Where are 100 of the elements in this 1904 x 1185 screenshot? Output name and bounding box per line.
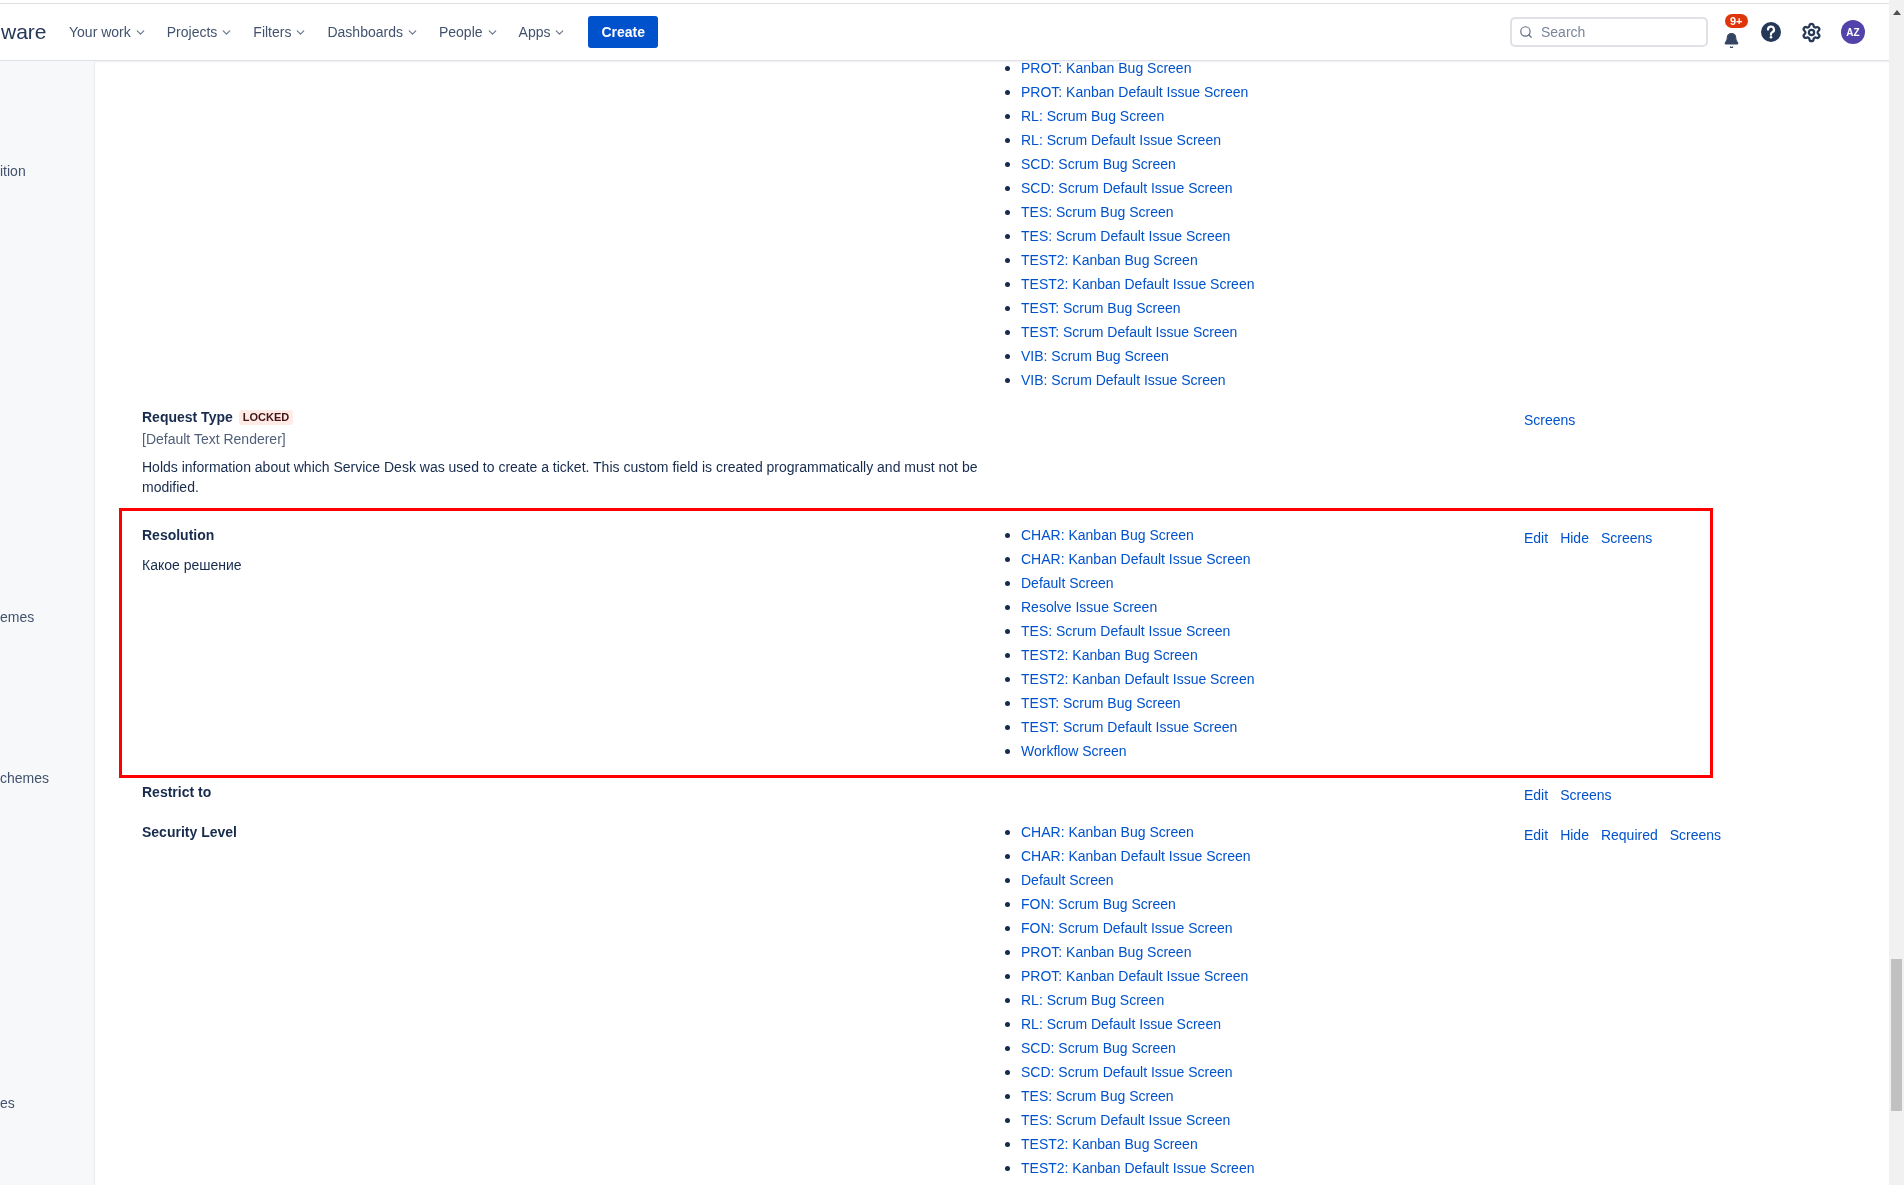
locked-badge: LOCKED [238,409,294,425]
bullet-icon [1005,700,1010,706]
screen-link[interactable]: TEST2: Kanban Bug Screen [1021,1132,1198,1156]
screen-link[interactable]: FON: Scrum Default Issue Screen [1021,916,1233,940]
screen-link[interactable]: PROT: Kanban Default Issue Screen [1021,80,1249,104]
screen-link[interactable]: TES: Scrum Default Issue Screen [1021,1108,1231,1132]
action-link[interactable]: Screens [1600,526,1653,550]
bullet-icon [1005,329,1010,335]
screen-link[interactable]: CHAR: Kanban Default Issue Screen [1021,844,1251,868]
bullet-icon [1005,1117,1010,1123]
sidebar-item[interactable]: chemes [0,768,50,788]
action-link[interactable]: Screens [1524,408,1576,432]
screen-link[interactable]: SCD: Scrum Default Issue Screen [1021,176,1233,200]
field-description: Holds information about which Service Desk was used to create a ticket. This custom field is created programmatically and must not be modified. [142,458,979,497]
bullet-icon [1005,1021,1010,1027]
screen-link[interactable]: TES: Scrum Bug Screen [1021,1084,1174,1108]
action-link[interactable]: Hide [1560,526,1589,550]
bullet-icon [1005,973,1010,979]
action-link[interactable]: Edit [1524,783,1549,807]
screen-link[interactable]: Default Screen [1021,868,1114,892]
bullet-icon [1005,949,1010,955]
bullet-icon [1005,65,1010,71]
screen-link[interactable]: TEST: Scrum Bug Screen [1021,296,1181,320]
search-input[interactable]: Search [1541,21,1691,43]
logo-text[interactable]: ware [0,18,48,46]
screen-link[interactable]: Default Screen [1021,571,1114,595]
bullet-icon [1005,305,1010,311]
screen-link[interactable]: CHAR: Kanban Bug Screen [1021,820,1194,844]
action-link[interactable]: Screens [1560,783,1612,807]
action-link[interactable]: Edit [1524,823,1549,847]
action-link[interactable]: Screens [1669,823,1722,847]
bullet-icon [1005,137,1010,143]
screen-link[interactable]: TEST2: Kanban Default Issue Screen [1021,667,1255,691]
bullet-icon [1005,853,1010,859]
screen-link[interactable]: CHAR: Kanban Bug Screen [1021,523,1194,547]
bullet-icon [1005,1141,1010,1147]
create-button[interactable]: Create [588,16,659,48]
bell-icon[interactable] [1723,32,1740,49]
screen-link[interactable]: VIB: Scrum Default Issue Screen [1021,368,1226,392]
sidebar-item[interactable]: ition [0,161,26,181]
screen-link[interactable]: TEST2: Kanban Bug Screen [1021,248,1198,272]
bullet-icon [1005,377,1010,383]
screen-link[interactable]: SCD: Scrum Bug Screen [1021,1036,1176,1060]
search-field[interactable]: Search [1510,17,1708,47]
screen-link[interactable]: RL: Scrum Bug Screen [1021,104,1165,128]
screen-link[interactable]: TES: Scrum Default Issue Screen [1021,619,1231,643]
screen-link[interactable]: TEST2: Kanban Bug Screen [1021,643,1198,667]
screen-link[interactable]: FON: Scrum Bug Screen [1021,892,1176,916]
user-avatar[interactable]: AZ [1841,20,1865,44]
renderer-label: [Default Text Renderer] [142,430,286,449]
sidebar-item[interactable]: emes [0,607,35,627]
nav-dropdown-button[interactable]: Dashboards [317,16,429,48]
settings-icon[interactable] [1801,21,1822,43]
bullet-icon [1005,233,1010,239]
screen-link[interactable]: SCD: Scrum Default Issue Screen [1021,1060,1233,1084]
screen-link[interactable]: PROT: Kanban Default Issue Screen [1021,964,1249,988]
screen-link[interactable]: TES: Scrum Bug Screen [1021,200,1174,224]
bullet-icon [1005,185,1010,191]
screen-link[interactable]: TEST: Scrum Bug Screen [1021,691,1181,715]
bullet-icon [1005,628,1010,634]
bullet-icon [1005,901,1010,907]
screen-link[interactable]: VIB: Scrum Bug Screen [1021,344,1169,368]
bullet-icon [1005,1165,1010,1171]
field-name: Restrict to [142,782,212,802]
bullet-icon [1005,209,1010,215]
nav-dropdown-button[interactable]: People [428,16,509,48]
screen-link[interactable]: RL: Scrum Default Issue Screen [1021,128,1221,152]
bullet-icon [1005,925,1010,931]
screen-link[interactable]: Workflow Screen [1021,739,1127,763]
screen-link[interactable]: Resolve Issue Screen [1021,595,1158,619]
screen-link[interactable]: PROT: Kanban Bug Screen [1021,940,1192,964]
bullet-icon [1005,532,1010,538]
screen-link[interactable]: TES: Scrum Default Issue Screen [1021,224,1231,248]
nav-dropdown-button[interactable]: Apps [508,16,577,48]
notification-badge: 9+ [1725,14,1748,28]
action-link[interactable]: Required [1600,823,1658,847]
screen-link[interactable]: TEST2: Kanban Default Issue Screen [1021,272,1255,296]
scrollbar[interactable] [1889,0,1904,1185]
nav-dropdown-button[interactable]: Your work [59,16,157,48]
scroll-up-arrow-icon[interactable] [1892,10,1901,15]
bullet-icon [1005,556,1010,562]
screen-link[interactable]: PROT: Kanban Bug Screen [1021,61,1192,80]
screen-link[interactable]: TEST2: Kanban Default Issue Screen [1021,1156,1255,1180]
screen-link[interactable]: SCD: Scrum Bug Screen [1021,152,1176,176]
action-link[interactable]: Edit [1524,526,1549,550]
screen-link[interactable]: TEST: Scrum Default Issue Screen [1021,715,1238,739]
screen-link[interactable]: RL: Scrum Default Issue Screen [1021,1012,1221,1036]
nav-dropdown-button[interactable]: Projects [156,16,244,48]
sidebar-item[interactable]: es [0,1093,15,1113]
scrollbar-thumb[interactable] [1891,959,1902,1111]
screen-link[interactable]: CHAR: Kanban Default Issue Screen [1021,547,1251,571]
nav-dropdown-button[interactable]: Filters [243,16,318,48]
help-icon[interactable] [1761,22,1781,42]
bullet-icon [1005,257,1010,263]
screen-link[interactable]: TEST: Scrum Default Issue Screen [1021,320,1238,344]
bullet-icon [1005,89,1010,95]
search-icon [1519,25,1533,39]
screen-link[interactable]: RL: Scrum Bug Screen [1021,988,1165,1012]
bullet-icon [1005,604,1010,610]
action-link[interactable]: Hide [1560,823,1589,847]
